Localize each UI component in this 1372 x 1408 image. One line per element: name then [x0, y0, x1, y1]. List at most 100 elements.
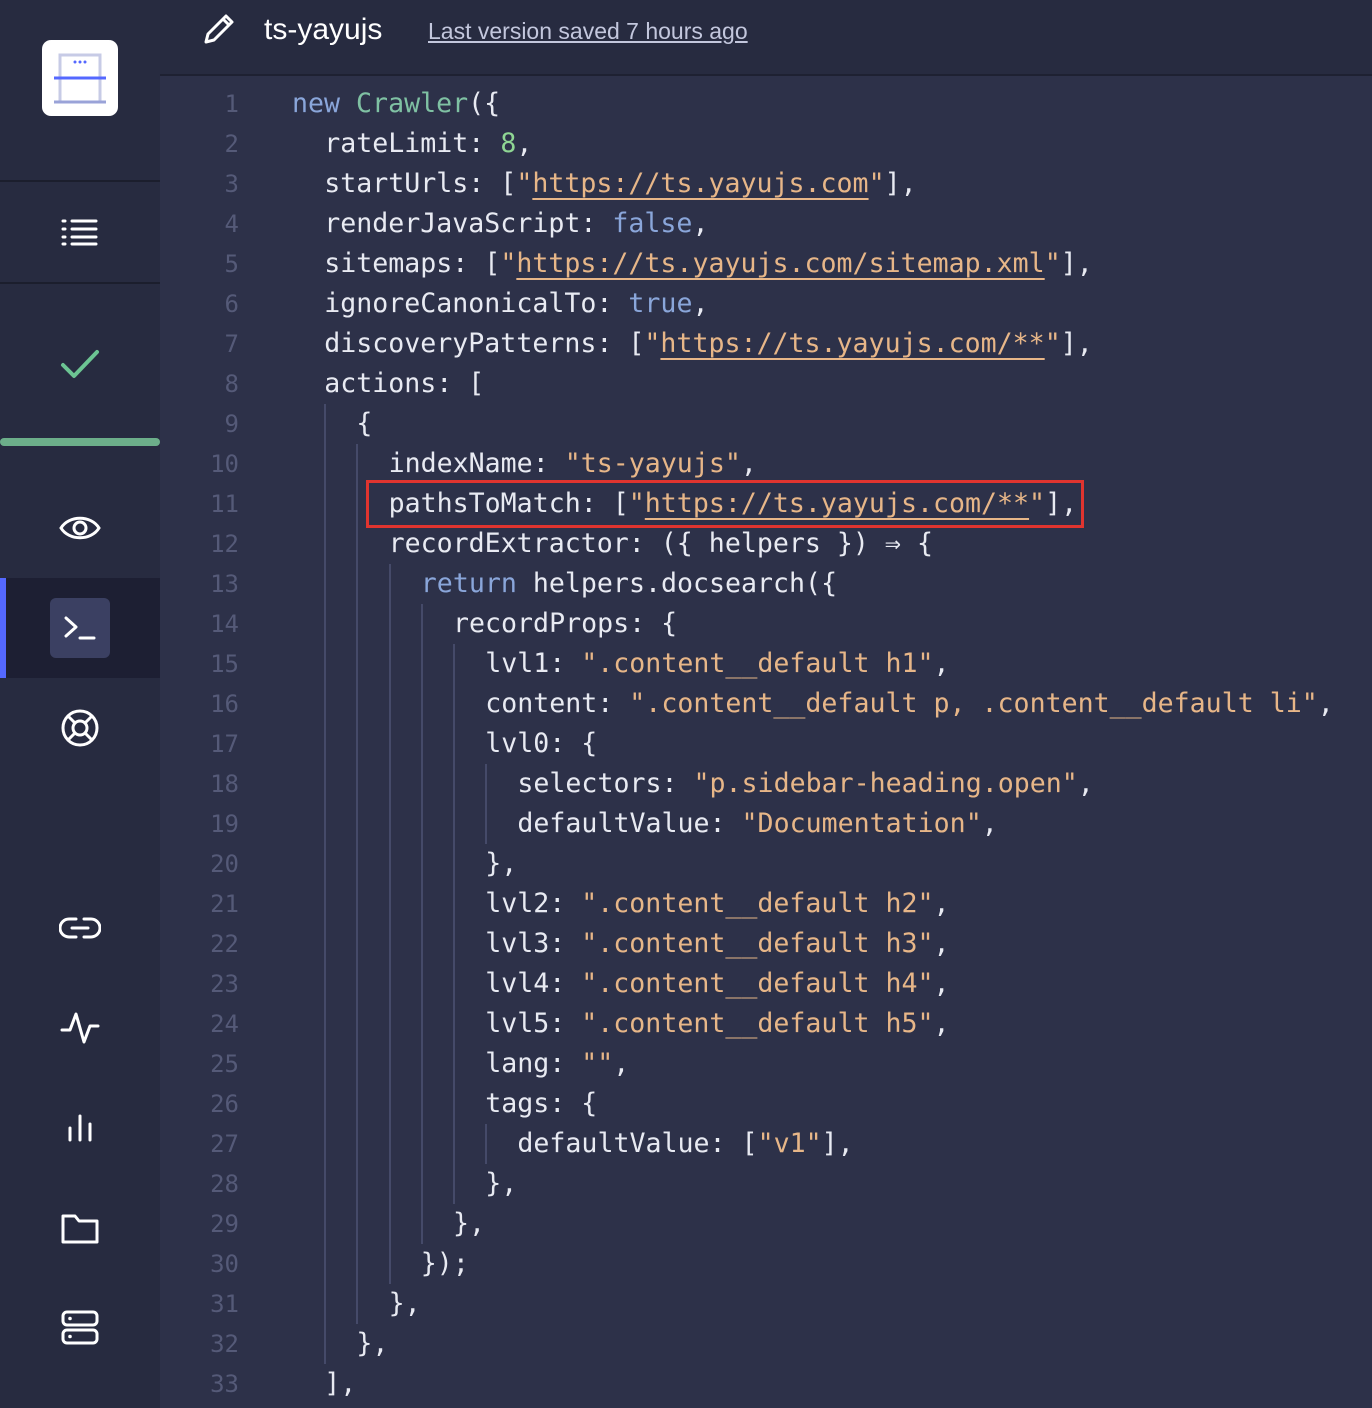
- code-line[interactable]: 31},: [160, 1284, 1372, 1324]
- code-token: ".content__default h5": [581, 1008, 934, 1039]
- code-line[interactable]: 6 ignoreCanonicalTo: true,: [160, 284, 1372, 324]
- code-line[interactable]: 33],: [160, 1364, 1372, 1404]
- code-line[interactable]: 2 rateLimit: 8,: [160, 124, 1372, 164]
- indent-guide: [485, 804, 488, 844]
- code-line[interactable]: 16 content: ".content__default p, .conten…: [160, 684, 1372, 724]
- code-token: ": [516, 168, 533, 199]
- code-line[interactable]: 32},: [160, 1324, 1372, 1364]
- sidebar-item-monitoring[interactable]: [0, 978, 160, 1078]
- code-line[interactable]: 8 actions: [: [160, 364, 1372, 404]
- code-token: new: [292, 88, 357, 119]
- highlight-box: [366, 480, 1084, 528]
- code-text: ],: [324, 1364, 356, 1404]
- code-token: true: [628, 288, 693, 319]
- code-line[interactable]: 19 defaultValue: "Documentation",: [160, 804, 1372, 844]
- indent-guide: [420, 1084, 423, 1124]
- last-saved-link[interactable]: Last version saved 7 hours ago: [428, 17, 748, 45]
- line-number: 6: [224, 290, 239, 318]
- code-line[interactable]: 17 lvl0: {: [160, 724, 1372, 764]
- code-line[interactable]: 1 new Crawler({: [160, 84, 1372, 124]
- app-logo[interactable]: [42, 40, 118, 116]
- code-token: ,: [692, 208, 709, 239]
- sidebar-item-preview[interactable]: [0, 478, 160, 578]
- sidebar-item-help[interactable]: [0, 678, 160, 778]
- indent-guide: [356, 604, 359, 644]
- code-token: "v1": [757, 1128, 822, 1159]
- code-line[interactable]: 22 lvl3: ".content__default h3",: [160, 924, 1372, 964]
- bar-chart-icon: [68, 1114, 92, 1142]
- line-number: 28: [210, 1170, 239, 1198]
- code-line[interactable]: 23 lvl4: ".content__default h4",: [160, 964, 1372, 1004]
- indent-guide: [388, 924, 391, 964]
- code-line[interactable]: 28},: [160, 1164, 1372, 1204]
- indent-guide: [453, 1004, 455, 1044]
- indent-guide: [324, 884, 327, 924]
- code-token: ,: [933, 888, 950, 919]
- code-token: lvl4:: [485, 968, 582, 999]
- line-number: 33: [210, 1370, 239, 1398]
- code-line[interactable]: 13 return helpers.docsearch({: [160, 564, 1372, 604]
- code-text: });: [421, 1244, 469, 1284]
- line-number: 17: [210, 730, 239, 758]
- code-text: startUrls: ["https://ts.yayujs.com"],: [324, 164, 916, 204]
- code-token: },: [388, 1288, 421, 1319]
- indent-guide: [453, 924, 455, 964]
- sidebar-item-stats[interactable]: [0, 1078, 160, 1178]
- line-number: 2: [224, 130, 239, 158]
- code-token: 8: [500, 128, 517, 159]
- sidebar-item-editor[interactable]: [0, 578, 160, 678]
- code-token: Crawler: [356, 88, 469, 119]
- code-line[interactable]: 15 lvl1: ".content__default h1",: [160, 644, 1372, 684]
- code-line[interactable]: 9{: [160, 404, 1372, 444]
- code-line[interactable]: 7 discoveryPatterns: ["https://ts.yayujs.…: [160, 324, 1372, 364]
- code-token: {: [356, 408, 373, 439]
- code-token: });: [420, 1248, 469, 1279]
- code-line[interactable]: 12 recordExtractor: ({ helpers }) ⇒ {: [160, 524, 1372, 564]
- pencil-icon[interactable]: [198, 10, 238, 55]
- code-editor[interactable]: 1 new Crawler({2 rateLimit: 8, 3 startUrls: …: [160, 76, 1372, 1408]
- code-line[interactable]: 10 indexName: "ts-yayujs",: [160, 444, 1372, 484]
- code-token: lvl0: {: [485, 728, 598, 759]
- indent-guide: [420, 1204, 423, 1244]
- sidebar-item-indices[interactable]: [0, 1278, 160, 1378]
- indent-guide: [388, 604, 391, 644]
- line-number: 16: [210, 690, 239, 718]
- code-line[interactable]: 14 recordProps: {: [160, 604, 1372, 644]
- indent-guide: [420, 924, 423, 964]
- code-token: ],: [324, 1368, 357, 1399]
- code-token: ,: [692, 288, 709, 319]
- code-line[interactable]: 24 lvl5: ".content__default h5",: [160, 1004, 1372, 1044]
- indent-guide: [356, 924, 359, 964]
- sidebar-item-overview[interactable]: [0, 182, 160, 282]
- indent-guide: [420, 804, 423, 844]
- code-line[interactable]: 29},: [160, 1204, 1372, 1244]
- code-line[interactable]: 3 startUrls: ["https://ts.yayujs.com"],: [160, 164, 1372, 204]
- code-line[interactable]: 26 tags: {: [160, 1084, 1372, 1124]
- code-token: lvl5:: [485, 1008, 582, 1039]
- code-line[interactable]: 5 sitemaps: ["https://ts.yayujs.com/sitem…: [160, 244, 1372, 284]
- code-token: https://ts.yayujs.com/sitemap.xml: [516, 248, 1045, 279]
- code-token: ,: [933, 1008, 950, 1039]
- code-line[interactable]: 4 renderJavaScript: false,: [160, 204, 1372, 244]
- code-text: lvl3: ".content__default h3",: [485, 924, 949, 964]
- code-token: "p.sidebar-heading.open": [693, 768, 1078, 799]
- line-number: 11: [210, 490, 239, 518]
- code-line[interactable]: 21 lvl2: ".content__default h2",: [160, 884, 1372, 924]
- code-line[interactable]: 30});: [160, 1244, 1372, 1284]
- code-line[interactable]: 27 defaultValue: ["v1"],: [160, 1124, 1372, 1164]
- indent-guide: [388, 804, 391, 844]
- code-line[interactable]: 25 lang: "",: [160, 1044, 1372, 1084]
- indent-guide: [388, 764, 391, 804]
- code-line[interactable]: 18 selectors: "p.sidebar-heading.open",: [160, 764, 1372, 804]
- sidebar-item-status[interactable]: [0, 314, 160, 414]
- code-token: ": [500, 248, 517, 279]
- line-number: 8: [224, 370, 239, 398]
- code-line[interactable]: 20},: [160, 844, 1372, 884]
- sidebar-item-files[interactable]: [0, 1178, 160, 1278]
- code-token: ,: [981, 808, 998, 839]
- line-number: 1: [224, 90, 239, 118]
- sidebar-item-urls[interactable]: [0, 878, 160, 978]
- code-token: sitemaps: [: [324, 248, 501, 279]
- line-number: 30: [210, 1250, 239, 1278]
- crawler-title[interactable]: ts-yayujs: [264, 12, 382, 48]
